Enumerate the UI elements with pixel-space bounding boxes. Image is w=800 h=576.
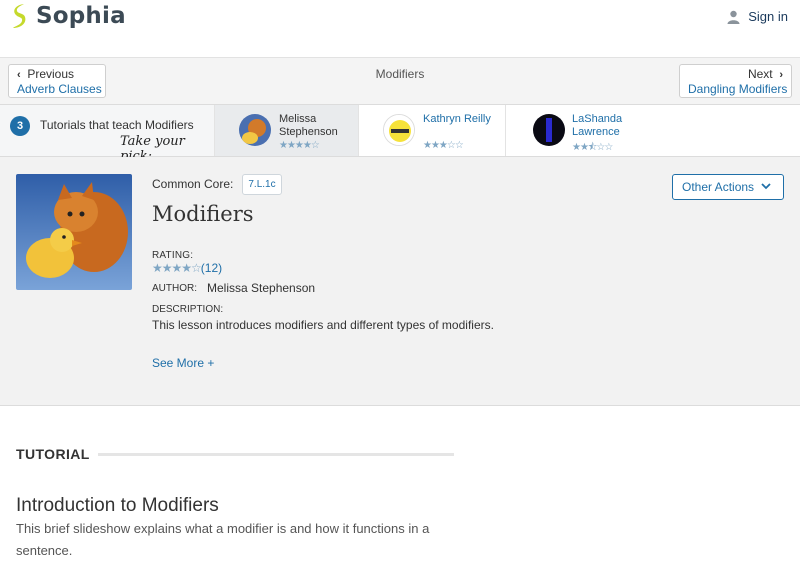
tutorials-intro: 3 Tutorials that teach Modifiers Take yo… bbox=[0, 105, 215, 164]
lesson-details: Common Core: 7.L.1c Modifiers RATING: ★★… bbox=[0, 157, 800, 406]
tutorial-card-melissa[interactable]: Melissa Stephenson ★★★★☆ bbox=[215, 105, 359, 156]
common-core-tag[interactable]: 7.L.1c bbox=[242, 174, 282, 195]
tutorial-description: This brief slideshow explains what a mod… bbox=[16, 521, 430, 558]
sophia-logo[interactable]: Sophia bbox=[9, 3, 126, 29]
next-label-row: Next › bbox=[688, 67, 783, 82]
chevron-right-icon: › bbox=[779, 69, 783, 81]
description-label: DESCRIPTION: bbox=[152, 304, 224, 315]
previous-lesson-link[interactable]: Adverb Clauses bbox=[17, 82, 102, 96]
signin-link[interactable]: Sign in bbox=[727, 9, 788, 24]
site-header: Sophia Sign in bbox=[0, 0, 800, 58]
kitten-duckling-image bbox=[16, 174, 132, 290]
tutorial-thumbnail bbox=[239, 114, 271, 146]
lesson-nav: ‹ Previous Adverb Clauses Modifiers Next… bbox=[0, 58, 800, 105]
tutorial-section-label: TUTORIAL bbox=[16, 446, 90, 462]
rating-count: (12) bbox=[200, 261, 223, 275]
tutorial-author-name[interactable]: LaShanda Lawrence bbox=[572, 113, 662, 139]
user-icon bbox=[727, 10, 740, 24]
other-actions-button[interactable]: Other Actions bbox=[672, 174, 784, 200]
next-label: Next bbox=[747, 67, 773, 81]
tutorial-rating-stars: ★★★★☆ bbox=[279, 140, 320, 151]
modifiers-thumbnail-icon bbox=[384, 115, 414, 145]
tutorial-card-lashanda[interactable]: LaShanda Lawrence ★★⯪☆☆ bbox=[506, 105, 800, 156]
tutorials-strip: 3 Tutorials that teach Modifiers Take yo… bbox=[0, 105, 800, 164]
tutorials-intro-text: Tutorials that teach Modifiers bbox=[40, 118, 194, 132]
tutorial-rating-stars: ★★⯪☆☆ bbox=[572, 142, 613, 153]
tutorial-rating-stars: ★★★☆☆ bbox=[423, 140, 464, 151]
other-actions-label: Other Actions bbox=[682, 180, 755, 194]
tutorial-card-kathryn[interactable]: Kathryn Reilly ★★★☆☆ bbox=[359, 105, 506, 156]
lesson-title: Modifiers bbox=[152, 202, 254, 226]
next-button[interactable]: Next › Dangling Modifiers bbox=[679, 64, 792, 98]
tutorial-author-name[interactable]: Kathryn Reilly bbox=[423, 113, 513, 126]
lesson-image bbox=[16, 174, 132, 290]
chevron-down-icon bbox=[761, 183, 771, 190]
rating-label: RATING: bbox=[152, 250, 194, 261]
sophia-logo-icon bbox=[13, 4, 26, 28]
tutorial-thumbnail bbox=[533, 114, 565, 146]
author-label: AUTHOR: bbox=[152, 283, 197, 294]
kitten-thumbnail-icon bbox=[239, 114, 271, 146]
description-text: This lesson introduces modifiers and dif… bbox=[152, 318, 494, 332]
rating-row[interactable]: ★★★★☆(12) bbox=[152, 261, 222, 275]
section-divider bbox=[98, 453, 454, 456]
author-name: Melissa Stephenson bbox=[207, 281, 316, 295]
tutorial-count-badge: 3 bbox=[10, 116, 30, 136]
tutorial-author-name: Melissa Stephenson bbox=[279, 113, 338, 138]
rating-stars: ★★★★☆ bbox=[152, 261, 202, 275]
dark-thumbnail-icon bbox=[533, 114, 565, 146]
signin-label: Sign in bbox=[748, 9, 788, 24]
see-more-link[interactable]: See More + bbox=[152, 356, 214, 370]
next-lesson-link[interactable]: Dangling Modifiers bbox=[688, 82, 787, 96]
common-core-label: Common Core: bbox=[152, 177, 234, 191]
logo-text: Sophia bbox=[36, 3, 126, 29]
tutorial-title[interactable]: Introduction to Modifiers bbox=[16, 495, 219, 517]
tutorial-thumbnail bbox=[383, 114, 415, 146]
